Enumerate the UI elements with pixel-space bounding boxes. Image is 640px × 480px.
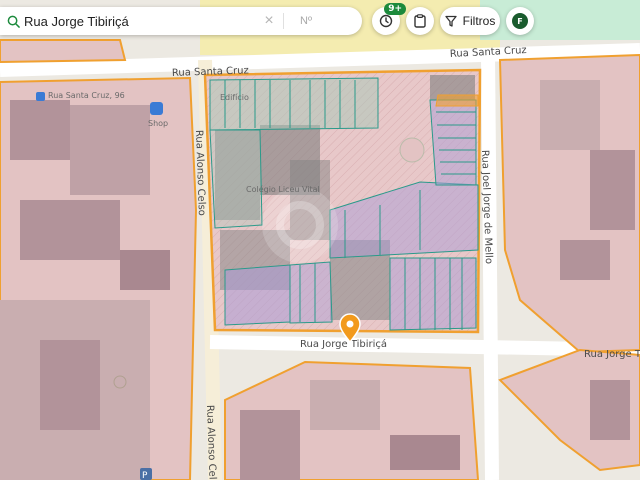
bus-stop-icon[interactable] bbox=[36, 92, 45, 101]
parking-icon-letter: P bbox=[142, 471, 148, 480]
clear-icon[interactable]: × bbox=[259, 12, 279, 30]
street-label-jorge-tibirica: Rua Jorge Tibiriçá bbox=[300, 338, 387, 350]
building bbox=[70, 105, 150, 195]
building bbox=[120, 250, 170, 290]
address-search-bar: Rua Jorge Tibiriçá × Nº bbox=[0, 7, 362, 35]
street-label-jorge-tibirica-right: Rua Jorge Tibiriçá bbox=[584, 348, 640, 360]
number-input[interactable]: Nº bbox=[284, 15, 362, 27]
filters-label: Filtros bbox=[462, 14, 496, 28]
building bbox=[20, 200, 120, 260]
building bbox=[40, 340, 100, 430]
park-area bbox=[480, 0, 640, 40]
search-icon[interactable] bbox=[2, 15, 24, 28]
building bbox=[240, 410, 300, 480]
building bbox=[590, 380, 630, 440]
clipboard-button[interactable] bbox=[406, 7, 434, 35]
watermark-logo bbox=[262, 187, 338, 263]
building bbox=[590, 150, 635, 230]
map-canvas[interactable]: Rua Santa Cruz Rua Santa Cruz Rua Santa … bbox=[0, 0, 640, 480]
roundabout bbox=[399, 137, 425, 163]
building bbox=[540, 80, 600, 150]
filter-icon bbox=[445, 15, 457, 27]
building bbox=[560, 240, 610, 280]
road-joel-jorge bbox=[481, 54, 499, 480]
profile-button[interactable]: F bbox=[506, 7, 534, 35]
search-input[interactable]: Rua Jorge Tibiriçá bbox=[24, 14, 259, 29]
building bbox=[310, 380, 380, 430]
lot-top-left[interactable] bbox=[0, 39, 127, 64]
clock-icon bbox=[379, 14, 393, 28]
history-badge: 9+ bbox=[384, 3, 406, 15]
history-button[interactable]: 9+ bbox=[372, 3, 406, 35]
shop-icon[interactable] bbox=[150, 102, 163, 115]
poi-label-shop: Shop bbox=[148, 119, 168, 128]
poi-label-edificio: Edifício bbox=[220, 93, 249, 102]
building bbox=[10, 100, 70, 160]
profile-avatar: F bbox=[512, 13, 528, 29]
address-label: Rua Santa Cruz, 96 bbox=[48, 91, 125, 100]
building bbox=[390, 435, 460, 470]
filters-button[interactable]: Filtros bbox=[440, 7, 500, 35]
poi-label-colegio: Colégio Liceu Vital bbox=[246, 184, 320, 194]
clipboard-icon bbox=[414, 14, 426, 28]
